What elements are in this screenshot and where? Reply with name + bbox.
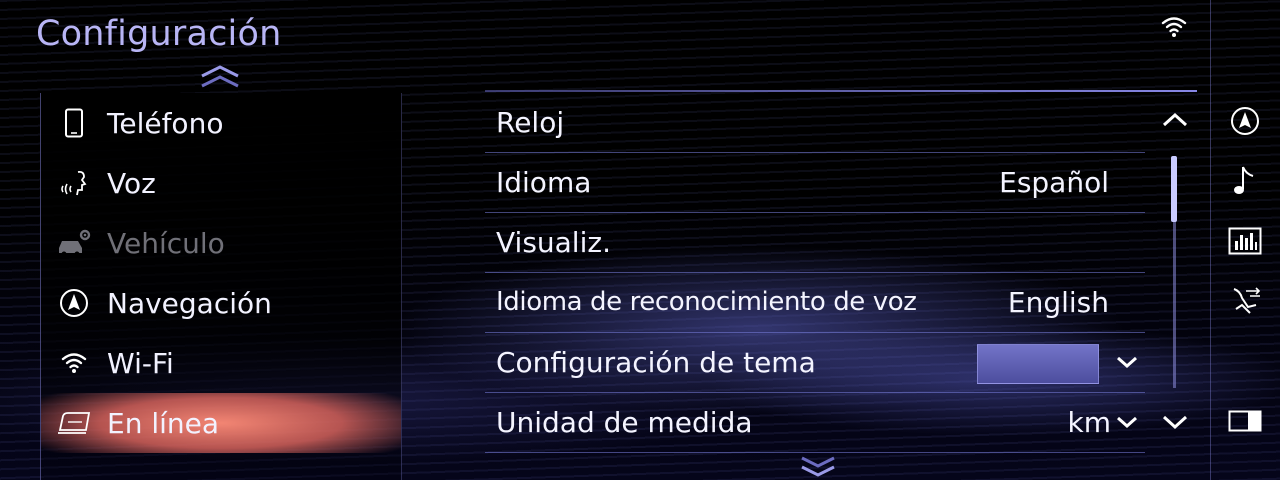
menu-item-vehiculo: Vehículo	[41, 213, 401, 273]
vehicle-settings-icon	[41, 228, 107, 258]
page-scroll-down-icon[interactable]	[800, 454, 836, 480]
menu-item-navegacion[interactable]: Navegación	[41, 273, 401, 333]
setting-row-idioma[interactable]: Idioma Español	[485, 152, 1145, 213]
menu-scroll-up-icon[interactable]	[200, 64, 240, 90]
setting-row-reloj[interactable]: Reloj	[485, 92, 1145, 153]
voice-icon	[41, 168, 107, 198]
setting-label: Unidad de medida	[496, 405, 753, 439]
setting-label: Visualiz.	[496, 225, 611, 259]
chevron-down-icon	[1115, 412, 1139, 432]
phone-icon	[41, 108, 107, 138]
audio-equalizer-icon[interactable]	[1226, 222, 1264, 260]
sidebar-divider	[1210, 0, 1211, 480]
theme-color-swatch	[977, 344, 1099, 384]
menu-item-label: Teléfono	[107, 106, 224, 140]
menu-item-label: Voz	[107, 166, 156, 200]
setting-label: Idioma	[496, 165, 592, 199]
menu-item-label: Wi-Fi	[107, 346, 174, 380]
setting-value: km	[1067, 405, 1112, 439]
scrollbar-thumb[interactable]	[1171, 156, 1177, 222]
wifi-status-icon	[1160, 14, 1188, 40]
menu-item-label: En línea	[107, 406, 220, 440]
setting-row-visualiz[interactable]: Visualiz.	[485, 212, 1145, 273]
setting-row-unidad[interactable]: Unidad de medida km	[485, 392, 1145, 453]
online-icon	[41, 410, 107, 436]
split-screen-icon[interactable]	[1226, 402, 1264, 440]
setting-label: Idioma de reconocimiento de voz	[496, 287, 917, 317]
unit-dropdown[interactable]: km	[1068, 406, 1140, 439]
music-note-icon[interactable]	[1226, 162, 1264, 200]
climate-icon[interactable]	[1226, 282, 1264, 320]
list-scroll-down-icon[interactable]	[1160, 410, 1190, 434]
menu-item-label: Navegación	[107, 286, 272, 320]
setting-value: Español	[999, 165, 1109, 199]
setting-label: Configuración de tema	[496, 345, 816, 379]
menu-item-wifi[interactable]: Wi-Fi	[41, 333, 401, 393]
menu-item-voz[interactable]: Voz	[41, 153, 401, 213]
chevron-down-icon[interactable]	[1115, 352, 1139, 372]
navigation-icon	[41, 288, 107, 318]
setting-row-tema[interactable]: Configuración de tema	[485, 332, 1145, 393]
setting-value: English	[1007, 285, 1109, 319]
settings-category-menu: Teléfono Voz Vehículo Navegación Wi-Fi E…	[40, 93, 402, 480]
menu-item-telefono[interactable]: Teléfono	[41, 93, 401, 153]
setting-label: Reloj	[496, 105, 565, 139]
list-scroll-up-icon[interactable]	[1160, 108, 1190, 132]
navigation-icon[interactable]	[1226, 102, 1264, 140]
menu-item-label: Vehículo	[107, 226, 225, 260]
wifi-icon	[41, 350, 107, 376]
setting-row-idioma-voz[interactable]: Idioma de reconocimiento de voz English	[485, 272, 1145, 333]
menu-item-en-linea[interactable]: En línea	[41, 393, 401, 453]
settings-list: Reloj Idioma Español Visualiz. Idioma de…	[485, 90, 1197, 453]
page-title: Configuración	[36, 14, 282, 54]
